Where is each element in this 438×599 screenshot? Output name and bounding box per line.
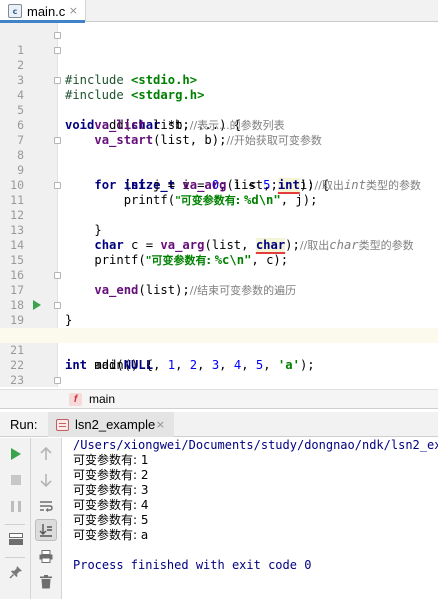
fold-icon[interactable] — [54, 32, 61, 39]
fold-icon[interactable] — [54, 182, 61, 189]
code-line: 1 #include <stdio.h> — [0, 28, 438, 87]
console-exit-line: Process finished with exit code 0 — [73, 558, 312, 572]
toolbar-divider — [5, 557, 25, 558]
run-panel-header: Run: lsn2_example × — [0, 412, 438, 437]
code-line: 19 int main() { — [0, 298, 438, 372]
stop-icon[interactable] — [5, 469, 27, 491]
fold-icon[interactable] — [54, 302, 61, 309]
code-line: 17 } — [0, 268, 438, 327]
fold-icon[interactable] — [54, 137, 61, 144]
up-arrow-icon[interactable] — [35, 443, 57, 465]
code-editor[interactable]: 1 #include <stdio.h> 2 #include <stdarg.… — [0, 23, 438, 432]
scroll-to-end-icon[interactable] — [35, 519, 57, 541]
run-toolbar-secondary — [31, 438, 62, 599]
code-line: 22 — [0, 343, 438, 372]
code-line: 9 int j = va_arg(list, int);//取出int类型的参数 — [0, 148, 438, 192]
console-line: 可变参数有: 5 — [73, 513, 149, 527]
console-output[interactable]: /Users/xiongwei/Documents/study/dongnao/… — [62, 438, 438, 599]
tab-label: main.c — [27, 3, 66, 19]
code-line: 11 } — [0, 178, 438, 237]
print-icon[interactable] — [35, 545, 57, 567]
c-file-icon: c — [8, 4, 22, 18]
layout-icon[interactable] — [5, 528, 27, 550]
tab-main-c[interactable]: c main.c × — [0, 0, 86, 23]
editor-tab-bar: c main.c × — [0, 0, 438, 23]
code-line: 3 — [0, 58, 438, 87]
run-config-icon — [56, 418, 69, 431]
function-icon: f — [69, 393, 82, 406]
current-line: 21 add(NULL, 1, 2, 3, 4, 5, 'a'); — [0, 328, 438, 372]
code-line: 8 for (size_t i = 0; i < 5; ++i) { — [0, 133, 438, 192]
code-line: 13 char c = va_arg(list, char);//取出char类… — [0, 208, 438, 252]
run-label: Run: — [10, 417, 38, 432]
console-line: 可变参数有: 2 — [73, 468, 149, 482]
close-icon[interactable]: × — [69, 4, 78, 17]
fold-icon[interactable] — [54, 272, 61, 279]
breadcrumb-item-main[interactable]: main — [89, 392, 115, 406]
down-arrow-icon[interactable] — [35, 469, 57, 491]
code-line: 4 void add(char *b, ...) { — [0, 73, 438, 132]
run-gutter-icon[interactable] — [33, 300, 41, 310]
console-line-path: /Users/xiongwei/Documents/study/dongnao/… — [73, 438, 438, 452]
code-line: 15 — [0, 238, 438, 267]
fold-icon[interactable] — [54, 377, 61, 384]
close-icon[interactable]: × — [156, 418, 165, 431]
code-line: 16 va_end(list);//结束可变参数的遍历 — [0, 253, 438, 297]
code-line: 10 printf("可变参数有: %d\n", j); — [0, 163, 438, 207]
pause-icon[interactable] — [5, 495, 27, 517]
run-tab-label: lsn2_example — [75, 417, 156, 432]
code-line: 14 printf("可变参数有: %c\n", c); — [0, 223, 438, 267]
code-line: 23 return 0; — [0, 358, 438, 402]
trash-icon[interactable] — [35, 571, 57, 593]
console-line: 可变参数有: 4 — [73, 498, 149, 512]
breadcrumb: f main — [0, 389, 438, 409]
soft-wrap-icon[interactable] — [35, 495, 57, 517]
console-line: 可变参数有: a — [73, 528, 149, 542]
console-line: 可变参数有: 1 — [73, 453, 149, 467]
code-line: 7 — [0, 118, 438, 147]
code-line: 24 } — [0, 373, 438, 432]
rerun-icon[interactable] — [5, 443, 27, 465]
code-line: 18 — [0, 283, 438, 312]
code-line: 5 va_list list;//表示...的参数列表 — [0, 88, 438, 132]
fold-icon[interactable] — [54, 47, 61, 54]
pin-icon[interactable] — [5, 561, 27, 583]
code-line: 20 — [0, 313, 438, 342]
code-line: 2 #include <stdarg.h> — [0, 43, 438, 102]
code-line: 12 — [0, 193, 438, 222]
run-toolbar-primary — [0, 438, 31, 599]
tab-run-configuration[interactable]: lsn2_example × — [48, 412, 174, 437]
console-line: 可变参数有: 3 — [73, 483, 149, 497]
toolbar-divider — [5, 524, 25, 525]
code-line: 6 va_start(list, b);//开始获取可变参数 — [0, 103, 438, 147]
fold-icon[interactable] — [54, 77, 61, 84]
